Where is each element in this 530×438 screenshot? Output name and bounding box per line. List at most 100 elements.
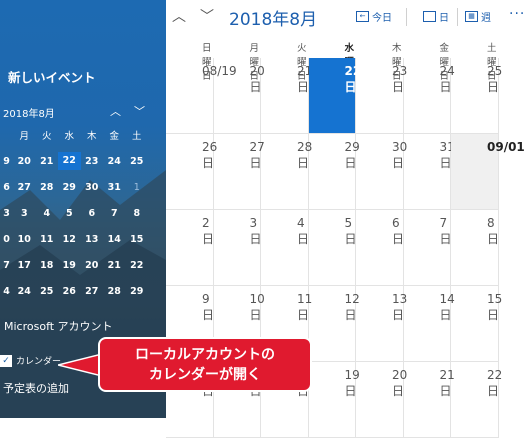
toolbar-divider [457,8,458,26]
mini-day[interactable]: 15 [126,234,149,245]
day-cell[interactable]: 3日 [213,210,262,286]
mini-day[interactable]: 8 [126,208,149,219]
day-cell[interactable]: 27日 [213,134,265,210]
week-row: 26日 27日 28日 29日 30日 31日 09/01 [166,134,530,210]
week-view-button[interactable]: ▦ 週 [465,9,491,24]
weekday-label: 月曜日 [249,43,260,82]
calendar-toggle[interactable]: ✓ カレンダー [0,354,61,367]
day-cell[interactable]: 20日 [213,58,265,134]
mini-day[interactable]: 27 [81,286,104,297]
more-options-icon[interactable]: ··· [509,6,525,22]
day-cell[interactable]: 26日 [166,134,217,210]
day-cell[interactable]: 19日 [308,362,360,438]
week-row: 08/19 20日 21日 22日 23日 24日 25日 [166,58,530,134]
mini-day[interactable]: 29 [58,182,81,193]
new-event-button[interactable]: 新しいイベント [8,67,96,86]
weekday-label: 土曜日 [487,43,497,82]
mini-day[interactable]: 20 [81,260,104,271]
today-label: 今日 [372,13,392,24]
checkbox-icon[interactable]: ✓ [0,354,12,367]
mini-day[interactable]: 29 [126,286,149,297]
day-cell[interactable]: 29日 [308,134,360,210]
day-cell[interactable]: 31日 [403,134,455,210]
mini-day[interactable]: 28 [103,286,126,297]
mini-day[interactable]: 13 [81,234,104,245]
day-cell[interactable]: 6日 [356,210,404,286]
mini-day[interactable]: 30 [81,182,104,193]
calendar-toolbar: ︿ ﹀ 2018年8月 ← 今日 日 ▦ 週 ··· [166,0,530,34]
mini-day[interactable]: 3 [13,208,36,219]
day-cell[interactable]: 21日 [261,58,312,134]
day-cell[interactable]: 23日 [356,58,407,134]
mini-day[interactable]: 4 [36,208,59,219]
day-cell[interactable]: 15日 [451,286,502,362]
mini-day[interactable]: 17 [13,260,36,271]
day-view-icon [423,11,436,22]
mini-prev-month-icon[interactable]: ︿ [110,103,121,119]
mini-day[interactable]: 0 [0,234,13,245]
day-cell[interactable]: 24日 [403,58,455,134]
day-cell[interactable]: 08/19 [166,58,237,134]
weekday-header: 日曜日 月曜日 火曜日 水曜日 木曜日 金曜日 土曜日 [166,34,530,82]
mini-day[interactable]: 21 [36,156,59,167]
mini-day[interactable]: 18 [36,260,59,271]
mini-day[interactable]: 7 [0,260,13,271]
mini-day[interactable]: 6 [81,208,104,219]
mini-next-month-icon[interactable]: ﹀ [134,103,145,119]
mini-day[interactable]: 12 [58,234,81,245]
mini-day[interactable]: 21 [103,260,126,271]
mini-day[interactable]: 26 [58,286,81,297]
day-cell[interactable]: 12日 [308,286,360,362]
day-cell[interactable]: 7日 [403,210,452,286]
mini-day[interactable]: 4 [0,286,13,297]
mini-day[interactable]: 27 [13,182,36,193]
mini-day[interactable]: 25 [36,286,59,297]
mini-day[interactable]: 24 [103,156,126,167]
calendar-label: カレンダー [16,357,62,367]
account-heading[interactable]: Microsoft アカウント [4,318,113,334]
mini-day[interactable]: 7 [103,208,126,219]
day-cell[interactable]: 30日 [356,134,407,210]
day-cell[interactable]: 2日 [166,210,214,286]
day-view-label: 日 [439,13,449,24]
day-cell[interactable]: 09/01 [451,134,525,210]
day-cell[interactable]: 8日 [451,210,499,286]
mini-day[interactable]: 10 [13,234,36,245]
day-cell[interactable]: 4日 [261,210,309,286]
day-cell[interactable]: 13日 [356,286,407,362]
day-cell[interactable]: 21日 [403,362,455,438]
day-view-button[interactable]: 日 [423,9,449,24]
day-cell[interactable]: 14日 [403,286,455,362]
day-cell[interactable]: 5日 [308,210,357,286]
today-button[interactable]: ← 今日 [356,9,392,24]
day-cell[interactable]: 25日 [451,58,502,134]
mini-day[interactable]: 22 [58,152,81,170]
mini-day[interactable]: 31 [103,182,126,193]
mini-day[interactable]: 6 [0,182,13,193]
mini-day[interactable]: 11 [36,234,59,245]
mini-weekday: 木 [86,131,97,142]
mini-weekday: 火 [41,131,52,142]
mini-day[interactable]: 20 [13,156,36,167]
mini-day[interactable]: 19 [58,260,81,271]
mini-weekday-row: 月 火 水 木 金 土 [0,122,156,148]
mini-day[interactable]: 22 [126,260,149,271]
next-month-icon[interactable]: ﹀ [200,6,214,26]
mini-day[interactable]: 14 [103,234,126,245]
day-cell[interactable]: 22日 [451,362,502,438]
mini-day[interactable]: 24 [13,286,36,297]
mini-day[interactable]: 25 [126,156,149,167]
previous-month-icon[interactable]: ︿ [172,6,186,26]
week-view-label: 週 [481,13,491,24]
mini-day[interactable]: 1 [126,182,149,193]
mini-week-row: 6 27 28 29 30 31 1 [0,174,156,200]
mini-day[interactable]: 28 [36,182,59,193]
day-cell[interactable]: 28日 [261,134,312,210]
day-cell-today[interactable]: 22日 [308,58,361,134]
mini-day[interactable]: 3 [0,208,13,219]
mini-day[interactable]: 9 [0,156,13,167]
add-calendar-button[interactable]: 予定表の追加 [3,380,69,396]
mini-day[interactable]: 5 [58,208,81,219]
day-cell[interactable]: 20日 [356,362,407,438]
mini-day[interactable]: 23 [81,156,104,167]
